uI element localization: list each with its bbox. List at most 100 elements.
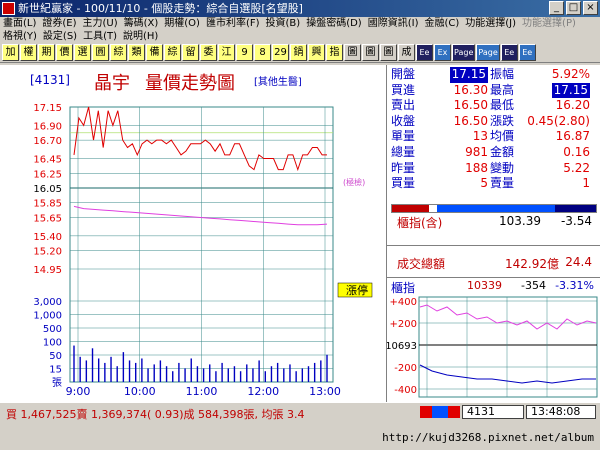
mini-tick: 10693 [387,341,417,352]
toolbar-button[interactable]: 9 [236,44,253,61]
menu-item[interactable]: 操盤密碼(D) [303,17,365,30]
quote-value: 1 [582,176,590,191]
toolbar-button[interactable]: 江 [218,44,235,61]
toolbar-button[interactable]: Page [452,44,476,61]
album-url: http://kujd3268.pixnet.net/album [382,431,594,444]
quote-value: 0.16 [563,144,590,159]
mini-change: -354 [521,279,546,292]
toolbar-button[interactable]: 委 [200,44,217,61]
quote-row: 賣出 16.50 最低 16.20 [387,98,600,114]
toolbar-button[interactable]: 類 [128,44,145,61]
time-tick: 10:00 [124,385,156,398]
mini-tick: +400 [390,297,417,308]
menu-bar-primary: 畫面(L) 證券(E) 主力(U) 籌碼(X) 期權(O) 匯市利率(F) 投資(B) 操盤密… [0,17,600,30]
turnover-label: 成交總額 [397,257,446,271]
toolbar-button[interactable]: Ee [416,44,433,61]
toolbar-button[interactable]: 29 [272,44,289,61]
price-volume-chart[interactable]: 17.15 16.90 16.70 16.45 16.25 16.05 15.85 15.65… [0,65,386,402]
toolbar-button[interactable]: 8 [254,44,271,61]
toolbar-button[interactable]: 留 [182,44,199,61]
toolbar-button[interactable]: 鍋 [290,44,307,61]
toolbar-button[interactable]: 加 [2,44,19,61]
quote-value: 5.22 [563,160,590,175]
main-area: [4131] 晶宇 量價走勢圖 [其他生醫] 17.15 16.90 16.70 16… [0,65,600,402]
toolbar-button[interactable]: Ee [518,44,536,61]
divider [387,277,600,278]
toolbar-button[interactable]: 綜 [110,44,127,61]
time-tick: 13:00 [309,385,341,398]
maximize-button[interactable]: □ [566,1,581,15]
toolbar-button[interactable]: 圓 [92,44,109,61]
quote-label: 漲跌 [490,113,515,128]
menu-item[interactable]: 期權(O) [161,17,203,30]
volume-tick: 50 [49,351,62,362]
menu-item[interactable]: 畫面(L) [0,17,39,30]
index-row: 櫃指(含) 103.39 -3.54 [387,213,600,230]
mini-series-line [419,304,597,330]
menu-item[interactable]: 金融(C) [421,17,462,30]
price-tick: 15.40 [33,232,62,243]
quote-label: 變動 [490,160,515,175]
mini-value: 10339 [467,279,502,292]
menu-item[interactable]: 功能選擇(J) [462,17,519,30]
toolbar-button[interactable]: 選 [74,44,91,61]
menu-item[interactable]: 籌碼(X) [121,17,162,30]
trade-summary: 買 1,467,525賣 1,369,374( 0.93)成 584,398張,… [6,408,305,421]
toolbar-button[interactable]: 興 [308,44,325,61]
quote-label: 收盤 [391,113,416,128]
price-tick: 17.15 [33,103,62,114]
menu-item[interactable]: 投資(B) [263,17,304,30]
time-tick: 12:00 [247,385,279,398]
time-tick: 9:00 [66,385,91,398]
quote-value: 5.92% [551,67,590,81]
menu-item[interactable]: 工具(T) [80,30,120,43]
minimize-button[interactable]: _ [549,1,564,15]
price-tick: 15.85 [33,199,62,210]
series-line [73,205,328,226]
menu-item[interactable]: 主力(U) [80,17,121,30]
quote-label: 單量 [391,129,416,144]
menu-item[interactable]: 功能選擇(P) [519,17,579,30]
menu-item[interactable]: 國際資訊(I) [365,17,422,30]
quote-value: 16.50 [453,98,488,113]
limit-badge: 漲停 [346,283,368,297]
index-label: 櫃指(含) [397,216,443,230]
toolbar-button[interactable]: 圖 [380,44,397,61]
toolbar-button[interactable]: Page [476,44,500,61]
toolbar-button[interactable]: 綜 [164,44,181,61]
toolbar: 加權期價選圓綜類備綜留委江 9 8 29 鍋興指圖圖圖成 Ee Ex Page Page Ee Ee [0,43,600,63]
stock-code-input[interactable]: 4131 [462,405,524,419]
toolbar-button[interactable]: Ex [434,44,451,61]
toolbar-button[interactable]: 圖 [344,44,361,61]
bid-ask-bar [391,204,597,213]
mini-tick: -200 [394,363,417,374]
quote-label: 賣量 [490,176,515,191]
toolbar-button[interactable]: 備 [146,44,163,61]
mini-index-header: 櫃指 10339 -354 -3.31% [387,279,600,295]
menu-bar-secondary: 格視(Y) 設定(S) 工具(T) 說明(H) [0,30,600,43]
toolbar-button[interactable]: 期 [38,44,55,61]
menu-item[interactable]: 匯市利率(F) [203,17,263,30]
toolbar-button[interactable]: 價 [56,44,73,61]
close-button[interactable]: × [583,1,598,15]
turnover-change: 24.4 [565,255,592,269]
quote-value: 188 [465,160,488,175]
toolbar-button[interactable]: 指 [326,44,343,61]
toolbar-button[interactable]: 圖 [362,44,379,61]
menu-item[interactable]: 證券(E) [39,17,79,30]
toolbar-button[interactable]: 權 [20,44,37,61]
chart-series [73,106,328,226]
index-mini-chart[interactable]: +400 +200 10693 -200 -400 [387,295,600,400]
quote-value: 0.45(2.80) [527,113,590,128]
price-tick: 16.70 [33,136,62,147]
toolbar-button[interactable]: 成 [398,44,415,61]
menu-item[interactable]: 說明(H) [120,30,161,43]
quote-panel: 開盤 17.15 振幅 5.92% 買進 16.30 最高 17.15 賣出 16.50 最低 16.… [387,65,600,402]
menu-item[interactable]: 設定(S) [40,30,80,43]
toolbar-button[interactable]: Ee [500,44,518,61]
price-tick: 16.90 [33,121,62,132]
turnover-row: 成交總額 142.92億 24.4 [387,255,600,271]
menu-item[interactable]: 格視(Y) [0,30,40,43]
volume-tick: 3,000 [33,297,62,308]
window-title-bar: 新世紀贏家 - 100/11/10 - 個股走勢：綜合自選股[名望股] _ □ … [0,0,600,17]
